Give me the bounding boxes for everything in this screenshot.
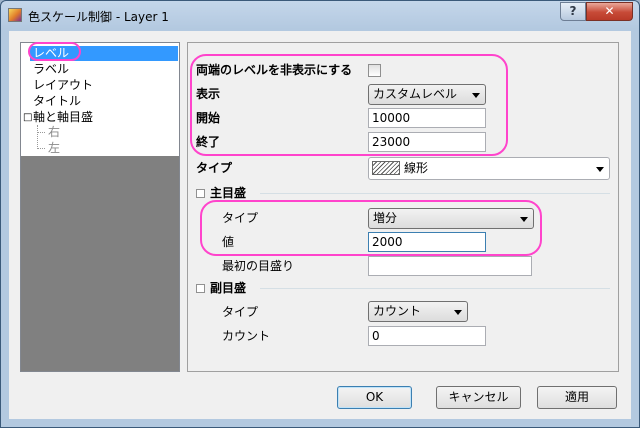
tree-item-left[interactable]: 左: [48, 141, 60, 156]
app-icon: [8, 8, 22, 22]
help-button[interactable]: ?: [560, 2, 586, 21]
annotation-highlight: [200, 200, 542, 256]
section-divider: [260, 288, 610, 289]
tree-guide-line: [37, 125, 39, 149]
minor-count-input[interactable]: 0: [368, 326, 486, 346]
collapse-minor-icon[interactable]: [196, 284, 205, 293]
type-select[interactable]: 線形: [368, 157, 610, 180]
collapse-major-icon[interactable]: [196, 189, 205, 198]
tree-item-layout[interactable]: レイアウト: [33, 78, 93, 93]
tree-guide-branch: [37, 148, 45, 149]
minor-type-label: タイプ: [222, 305, 259, 319]
tree-item-axes-ticks[interactable]: 軸と軸目盛: [33, 110, 93, 125]
apply-button[interactable]: 適用: [537, 386, 617, 409]
chevron-down-icon: [596, 167, 604, 172]
annotation-circle: [28, 42, 81, 61]
title-bar[interactable]: 色スケール制御 - Layer 1 ? ✕: [1, 1, 639, 31]
tree-item-title[interactable]: タイトル: [33, 94, 81, 109]
type-label: タイプ: [196, 161, 233, 175]
dialog-body: レベル ラベル レイアウト タイトル □ 軸と軸目盛 右 左 両端のレベルを非表…: [9, 31, 631, 419]
minor-ticks-heading: 副目盛: [210, 281, 247, 295]
tree-expander-icon[interactable]: □: [23, 110, 32, 125]
minor-type-select-value: カウント: [373, 304, 422, 318]
settings-pane: 両端のレベルを非表示にする 表示 カスタムレベル 開始 10000 終了 230…: [187, 42, 619, 372]
dialog-window: 色スケール制御 - Layer 1 ? ✕ レベル ラベル レイアウト タイトル…: [0, 0, 640, 428]
major-ticks-heading: 主目盛: [210, 186, 247, 200]
cancel-button[interactable]: キャンセル: [436, 386, 521, 409]
navigation-tree[interactable]: レベル ラベル レイアウト タイトル □ 軸と軸目盛 右 左: [20, 42, 180, 372]
first-tick-label: 最初の目盛り: [222, 259, 295, 273]
minor-count-label: カウント: [222, 329, 271, 343]
tree-guide-branch: [37, 132, 45, 133]
chevron-down-icon: [454, 310, 462, 315]
minor-type-select[interactable]: カウント: [368, 301, 468, 322]
tree-item-labels[interactable]: ラベル: [33, 62, 69, 77]
section-divider: [260, 193, 610, 194]
window-title: 色スケール制御 - Layer 1: [28, 10, 169, 24]
close-button[interactable]: ✕: [586, 2, 633, 21]
annotation-highlight: [190, 54, 508, 156]
first-tick-input[interactable]: [368, 256, 532, 276]
type-select-value: 線形: [404, 161, 429, 175]
tree-item-right[interactable]: 右: [48, 125, 60, 140]
ok-button[interactable]: OK: [337, 386, 412, 409]
linear-pattern-icon: [372, 161, 400, 175]
